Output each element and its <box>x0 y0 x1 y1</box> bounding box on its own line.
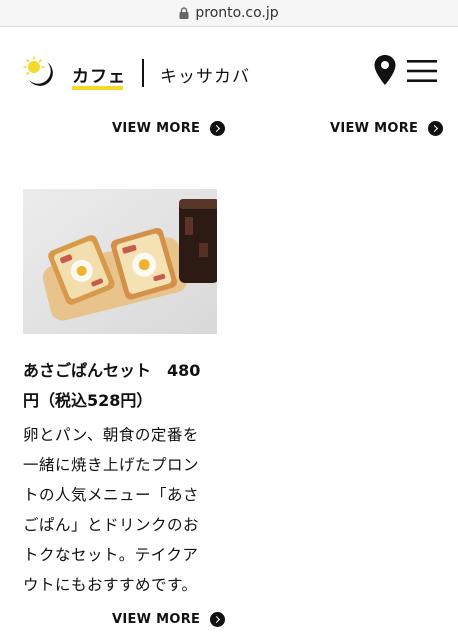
site-header: カフェ キッサカバ <box>0 44 458 104</box>
view-more-label: VIEW MORE <box>112 612 201 627</box>
description-line: ウトにもおすすめです。 <box>23 576 198 594</box>
browser-url-bar[interactable]: pronto.co.jp <box>0 0 458 27</box>
product-image[interactable] <box>23 189 217 334</box>
description-line: トクなセット。テイクア <box>23 546 199 564</box>
product-title-line: あさごぱんセット 480 <box>23 361 201 380</box>
tab-kissa-kaba[interactable]: キッサカバ <box>160 62 250 87</box>
description-line: ごぱん」とドリンクのお <box>23 516 200 534</box>
tab-cafe[interactable]: カフェ <box>72 62 126 87</box>
map-pin-icon[interactable] <box>373 54 397 86</box>
description-line: トの人気メニュー「あさ <box>23 486 200 504</box>
view-more-label: VIEW MORE <box>330 121 419 136</box>
lock-icon <box>179 7 189 19</box>
view-more-link[interactable]: VIEW MORE <box>330 121 444 136</box>
tab-active-underline <box>72 86 123 90</box>
hamburger-menu-icon[interactable] <box>407 58 437 84</box>
description-line: 一緒に焼き上げたプロン <box>23 456 200 474</box>
view-more-label: VIEW MORE <box>112 121 201 136</box>
circle-arrow-right-icon <box>210 121 226 136</box>
description-line: 卵とパン、朝食の定番を <box>23 426 199 444</box>
product-description: 卵とパン、朝食の定番を 一緒に焼き上げたプロン トの人気メニュー「あさ ごぱん」… <box>23 420 221 600</box>
tab-divider <box>142 59 144 87</box>
product-title: あさごぱんセット 480 円（税込528円） <box>23 356 223 416</box>
circle-arrow-right-icon <box>210 612 226 627</box>
circle-arrow-right-icon <box>428 121 444 136</box>
view-more-link[interactable]: VIEW MORE <box>112 612 226 627</box>
sun-moon-logo[interactable] <box>23 56 55 88</box>
url-text: pronto.co.jp <box>195 5 279 21</box>
view-more-link[interactable]: VIEW MORE <box>112 121 226 136</box>
product-title-line: 円（税込528円） <box>23 391 153 410</box>
